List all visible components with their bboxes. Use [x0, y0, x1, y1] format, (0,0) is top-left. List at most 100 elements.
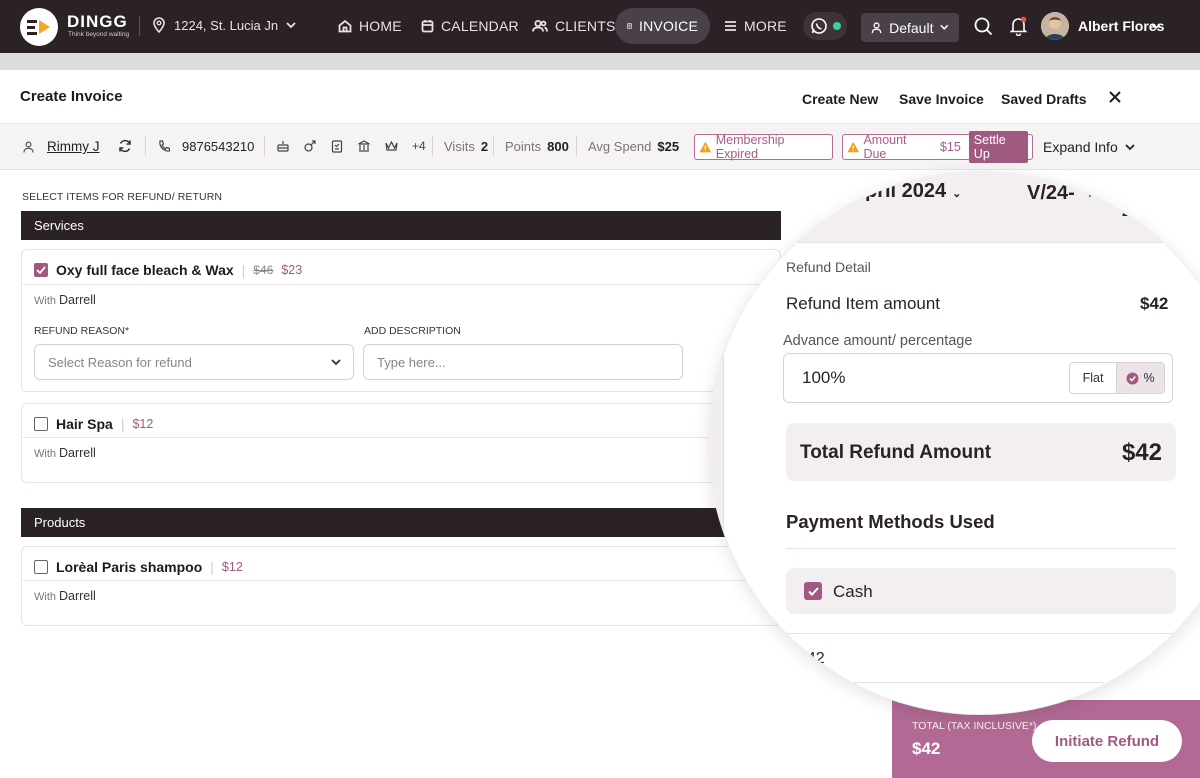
- refresh-icon[interactable]: [118, 139, 132, 153]
- refund-item-amount: $42: [1140, 294, 1169, 313]
- check-circle-icon: [1126, 372, 1139, 384]
- top-navigation-bar: DINGG Think beyond waiting 1224, St. Luc…: [0, 0, 1200, 53]
- item-price: $23: [281, 263, 303, 277]
- divider: [264, 136, 265, 156]
- invoice-number: 25 · 0012: [1122, 203, 1182, 219]
- client-tags: +4: [276, 139, 426, 153]
- create-new-button[interactable]: Create New: [802, 91, 878, 107]
- bank-icon[interactable]: [357, 139, 371, 153]
- advance-amount-value: 100%: [802, 368, 846, 387]
- divider: [493, 136, 494, 156]
- whatsapp-status-toggle[interactable]: [803, 12, 847, 40]
- dingg-logo-icon[interactable]: [20, 8, 58, 46]
- save-invoice-button[interactable]: Save Invoice: [899, 91, 984, 107]
- client-phone[interactable]: 9876543210: [182, 139, 254, 154]
- refund-detail-title: Refund Detail: [786, 259, 871, 275]
- expand-info-button[interactable]: Expand Info: [1043, 139, 1135, 155]
- client-avg-spend: Avg Spend $25: [588, 139, 680, 154]
- divider: [709, 242, 1200, 243]
- brand-name: DINGG: [67, 12, 128, 31]
- amount-due-label: Amount Due: [863, 133, 907, 161]
- item-old-price: $46: [253, 263, 274, 277]
- page-title: Create Invoice: [20, 88, 123, 105]
- cash-payment-row[interactable]: Cash: [786, 568, 1176, 614]
- whatsapp-icon: [810, 18, 827, 34]
- search-button[interactable]: [974, 17, 993, 36]
- nav-calendar[interactable]: CALENDAR: [409, 8, 531, 44]
- nav-clients[interactable]: CLIENTS: [520, 8, 628, 44]
- nav-home[interactable]: HOME: [326, 8, 414, 44]
- more-tags-count[interactable]: +4: [412, 139, 426, 153]
- male-gender-icon[interactable]: [303, 139, 317, 153]
- description-placeholder: Type here...: [377, 355, 446, 370]
- profile-select-label: Default: [889, 19, 934, 36]
- flat-option[interactable]: Flat: [1070, 363, 1118, 393]
- divider: [22, 580, 780, 581]
- percent-option[interactable]: %: [1117, 363, 1164, 393]
- divider: [22, 284, 780, 285]
- divider: [854, 682, 1104, 683]
- close-icon[interactable]: [1109, 91, 1121, 103]
- item-staff: With Darrell: [34, 446, 96, 460]
- service-item-card: Oxy full face bleach & Wax | $46 $23 Wit…: [21, 249, 781, 392]
- chevron-down-icon: [331, 359, 341, 366]
- divider: [432, 136, 433, 156]
- profile-select[interactable]: Default: [861, 13, 959, 42]
- item-checkbox[interactable]: [34, 417, 48, 431]
- chevron-down-icon: [286, 21, 296, 28]
- cake-icon[interactable]: [276, 139, 290, 153]
- services-header: Services: [21, 211, 781, 240]
- backdrop-strip: [0, 53, 1200, 70]
- divider: [723, 242, 724, 714]
- chevron-down-icon: [940, 24, 949, 30]
- nav-more-label: MORE: [744, 18, 787, 34]
- product-item-row: Lorèal Paris shampoo | $12: [34, 559, 243, 575]
- divider: [576, 136, 577, 156]
- crown-icon[interactable]: [384, 139, 399, 153]
- initiate-refund-button[interactable]: Initiate Refund: [1032, 720, 1182, 762]
- users-icon: [532, 20, 548, 32]
- location-pin-icon: [153, 17, 165, 33]
- nav-home-label: HOME: [359, 18, 402, 34]
- nav-invoice[interactable]: INVOICE: [615, 8, 710, 44]
- advance-amount-input[interactable]: 100% Flat %: [783, 353, 1173, 403]
- cash-checkbox[interactable]: [804, 582, 822, 600]
- chevron-down-icon: ⌄: [952, 188, 962, 200]
- payment-methods-title: Payment Methods Used: [786, 511, 995, 532]
- user-icon: [23, 141, 34, 153]
- product-item-card: Lorèal Paris shampoo | $12 With Darrell: [21, 546, 781, 626]
- warning-icon: [699, 141, 712, 153]
- bell-icon: [1009, 16, 1028, 36]
- item-name: Oxy full face bleach & Wax: [56, 262, 234, 278]
- description-input[interactable]: Type here...: [363, 344, 683, 380]
- client-name-link[interactable]: Rimmy J: [47, 139, 100, 154]
- item-name: Hair Spa: [56, 416, 113, 432]
- percent-label: %: [1143, 371, 1155, 385]
- online-status-dot: [832, 22, 841, 30]
- location-selector[interactable]: 1224, St. Lucia Jn: [152, 17, 296, 33]
- date-selector[interactable]: pril 2024 ⌄: [865, 180, 961, 203]
- cash-amount-input[interactable]: $42: [786, 634, 1176, 682]
- divider: [145, 136, 146, 156]
- saved-drafts-button[interactable]: Saved Drafts: [1001, 91, 1087, 107]
- service-item-card: Hair Spa | $12 With Darrell: [21, 403, 781, 483]
- clipboard-icon[interactable]: [330, 139, 344, 153]
- item-checkbox[interactable]: [34, 560, 48, 574]
- refund-reason-select[interactable]: Select Reason for refund: [34, 344, 354, 380]
- item-price: $12: [221, 560, 243, 574]
- calendar-icon: [421, 20, 434, 33]
- item-checkbox[interactable]: [34, 263, 48, 277]
- total-refund-amount: $42: [1121, 439, 1162, 466]
- chevron-down-icon[interactable]: [1151, 23, 1161, 30]
- invoice-prefix: V/24-: [1027, 182, 1075, 204]
- item-staff: With Darrell: [34, 293, 96, 307]
- amount-due-value: $15: [939, 140, 961, 154]
- settle-up-button[interactable]: Settle Up: [968, 131, 1028, 163]
- notifications-button[interactable]: [1009, 16, 1028, 36]
- membership-expired-badge[interactable]: Membership Expired: [694, 133, 833, 161]
- check-icon: [36, 266, 46, 274]
- avatar[interactable]: [1041, 12, 1069, 40]
- nav-more[interactable]: MORE: [712, 8, 799, 44]
- user-icon: [871, 21, 882, 33]
- amount-type-toggle: Flat %: [1069, 362, 1165, 394]
